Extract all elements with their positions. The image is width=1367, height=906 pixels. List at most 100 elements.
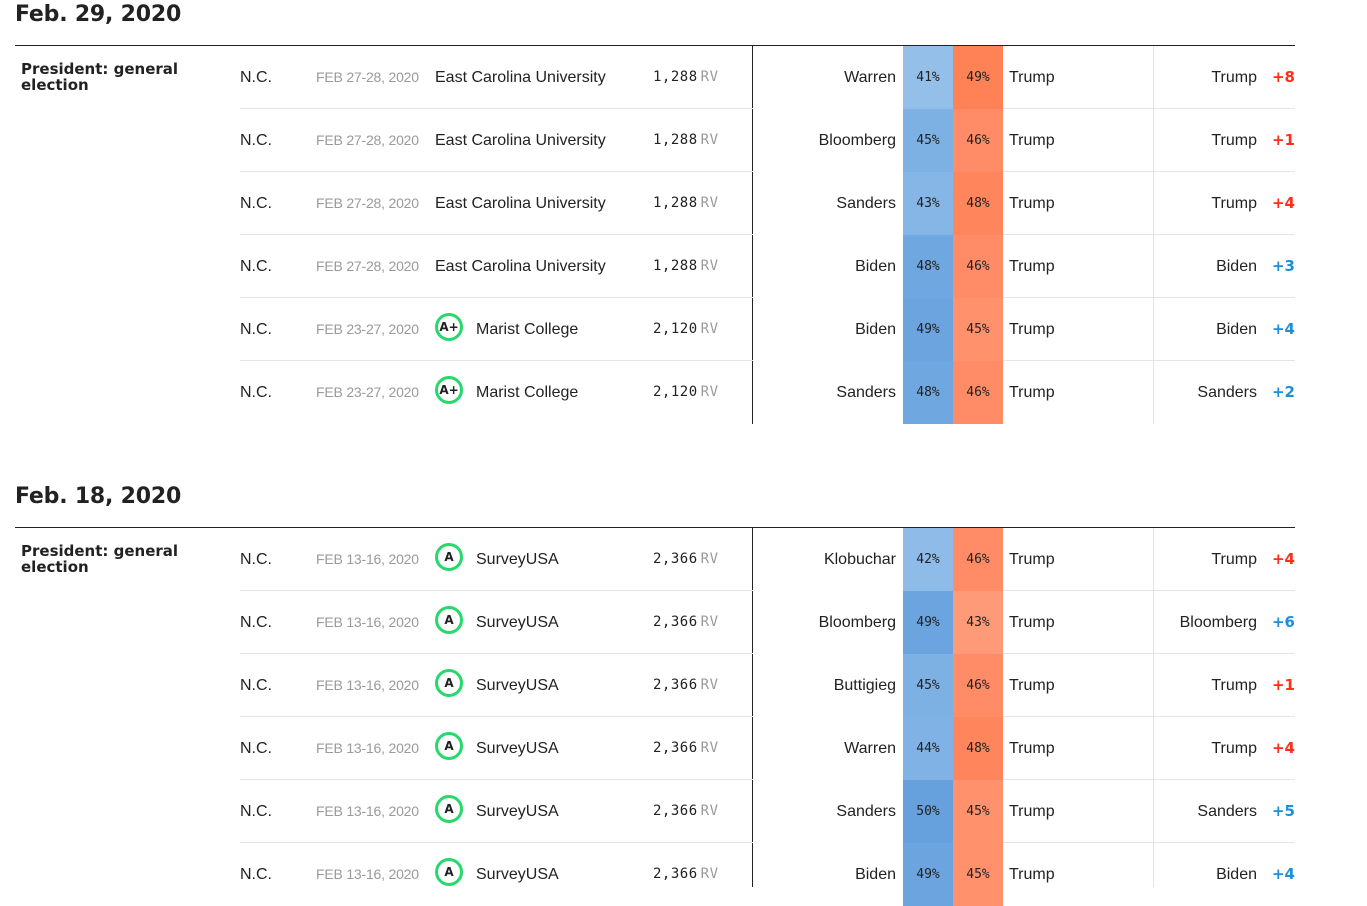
sample-count: 2,120	[653, 321, 698, 337]
net-margin: +4	[1271, 550, 1295, 568]
net-margin: +4	[1271, 320, 1295, 338]
sample-count: 2,366	[653, 614, 698, 630]
pollster-name[interactable]: SurveyUSA	[476, 591, 559, 654]
state-label: N.C.	[240, 803, 272, 820]
rep-candidate: Trump	[1009, 69, 1055, 86]
pollster-name[interactable]: Marist College	[476, 298, 578, 361]
pollster-name[interactable]: SurveyUSA	[476, 780, 559, 843]
sample-count: 1,288	[653, 258, 698, 274]
poll-row[interactable]: N.C. FEB 27-28, 2020 East Carolina Univers…	[240, 109, 1295, 172]
rep-candidate: Trump	[1009, 321, 1055, 338]
rep-candidate: Trump	[1009, 258, 1055, 275]
rep-candidate: Trump	[1009, 740, 1055, 757]
net-leader: Trump	[1211, 740, 1257, 757]
poll-dates: FEB 13-16, 2020	[316, 677, 419, 693]
population-type: RV	[700, 69, 719, 85]
poll-row[interactable]: N.C. FEB 27-28, 2020 East Carolina Univers…	[240, 46, 1295, 109]
poll-dates: FEB 27-28, 2020	[316, 195, 419, 211]
rep-percent: 46%	[953, 654, 1003, 717]
poll-row[interactable]: N.C. FEB 13-16, 2020 A SurveyUSA 2,366 RV Klob…	[240, 528, 1295, 591]
pollster-name[interactable]: SurveyUSA	[476, 843, 559, 906]
dem-percent: 48%	[903, 361, 953, 424]
pollster-name[interactable]: SurveyUSA	[476, 717, 559, 780]
sample-count: 1,288	[653, 69, 698, 85]
dem-candidate: Warren	[844, 740, 896, 757]
rep-percent: 46%	[953, 109, 1003, 172]
rep-candidate: Trump	[1009, 614, 1055, 631]
net-margin: +1	[1271, 676, 1295, 694]
sample-size: 2,366 RV	[653, 591, 719, 654]
pollster-name[interactable]: East Carolina University	[435, 172, 606, 235]
state-label: N.C.	[240, 321, 272, 338]
poll-row[interactable]: N.C. FEB 13-16, 2020 A SurveyUSA 2,366 RV Bloo…	[240, 591, 1295, 654]
population-type: RV	[700, 740, 719, 756]
population-type: RV	[700, 803, 719, 819]
net-leader: Sanders	[1197, 803, 1257, 820]
net-leader: Trump	[1211, 195, 1257, 212]
pollster-grade-badge: A+	[435, 376, 463, 404]
poll-row[interactable]: N.C. FEB 13-16, 2020 A SurveyUSA 2,366 RV Warr…	[240, 717, 1295, 780]
net-leader: Biden	[1216, 321, 1257, 338]
dem-percent: 45%	[903, 654, 953, 717]
state-label: N.C.	[240, 866, 272, 883]
poll-row[interactable]: N.C. FEB 27-28, 2020 East Carolina Univers…	[240, 235, 1295, 298]
rep-percent: 46%	[953, 528, 1003, 591]
sample-size: 2,366 RV	[653, 843, 719, 906]
state-label: N.C.	[240, 132, 272, 149]
rep-percent: 49%	[953, 46, 1003, 109]
state-label: N.C.	[240, 677, 272, 694]
dem-percent: 41%	[903, 46, 953, 109]
poll-row[interactable]: N.C. FEB 13-16, 2020 A SurveyUSA 2,366 RV Butt…	[240, 654, 1295, 717]
population-type: RV	[700, 195, 719, 211]
pollster-name[interactable]: Marist College	[476, 361, 578, 424]
sample-size: 2,366 RV	[653, 780, 719, 843]
net-margin: +6	[1271, 613, 1295, 631]
sample-size: 2,366 RV	[653, 528, 719, 591]
rep-percent: 46%	[953, 235, 1003, 298]
dem-candidate: Warren	[844, 69, 896, 86]
dem-candidate: Sanders	[836, 803, 896, 820]
sample-count: 2,366	[653, 677, 698, 693]
population-type: RV	[700, 132, 719, 148]
rep-percent: 46%	[953, 361, 1003, 424]
net-margin: +5	[1271, 802, 1295, 820]
state-label: N.C.	[240, 195, 272, 212]
pollster-name[interactable]: SurveyUSA	[476, 528, 559, 591]
date-heading: Feb. 18, 2020	[15, 484, 182, 509]
rep-candidate: Trump	[1009, 551, 1055, 568]
dem-percent: 50%	[903, 780, 953, 843]
poll-row[interactable]: N.C. FEB 13-16, 2020 A SurveyUSA 2,366 RV Sand…	[240, 780, 1295, 843]
sample-size: 2,120 RV	[653, 298, 719, 361]
pollster-name[interactable]: East Carolina University	[435, 235, 606, 298]
state-label: N.C.	[240, 384, 272, 401]
sample-size: 2,366 RV	[653, 654, 719, 717]
poll-dates: FEB 13-16, 2020	[316, 866, 419, 882]
poll-row[interactable]: N.C. FEB 23-27, 2020 A+ Marist College 2,120…	[240, 298, 1295, 361]
pollster-name[interactable]: East Carolina University	[435, 109, 606, 172]
sample-count: 2,366	[653, 551, 698, 567]
sample-count: 2,366	[653, 740, 698, 756]
race-label: President: general election	[21, 542, 179, 576]
sample-size: 1,288 RV	[653, 235, 719, 298]
rep-percent: 48%	[953, 172, 1003, 235]
net-margin: +2	[1271, 383, 1295, 401]
poll-row[interactable]: N.C. FEB 27-28, 2020 East Carolina Univers…	[240, 172, 1295, 235]
net-leader: Trump	[1211, 551, 1257, 568]
pollster-name[interactable]: SurveyUSA	[476, 654, 559, 717]
dem-percent: 48%	[903, 235, 953, 298]
poll-dates: FEB 27-28, 2020	[316, 132, 419, 148]
sample-count: 2,366	[653, 866, 698, 882]
dem-percent: 49%	[903, 591, 953, 654]
poll-dates: FEB 27-28, 2020	[316, 69, 419, 85]
rep-percent: 43%	[953, 591, 1003, 654]
sample-count: 1,288	[653, 132, 698, 148]
pollster-name[interactable]: East Carolina University	[435, 46, 606, 109]
dem-candidate: Bloomberg	[818, 132, 896, 149]
net-margin: +4	[1271, 194, 1295, 212]
poll-dates: FEB 13-16, 2020	[316, 740, 419, 756]
state-label: N.C.	[240, 551, 272, 568]
poll-row[interactable]: N.C. FEB 23-27, 2020 A+ Marist College 2,120…	[240, 361, 1295, 424]
poll-row[interactable]: N.C. FEB 13-16, 2020 A SurveyUSA 2,366 RV Bide…	[240, 843, 1295, 906]
rep-candidate: Trump	[1009, 677, 1055, 694]
rep-percent: 45%	[953, 298, 1003, 361]
